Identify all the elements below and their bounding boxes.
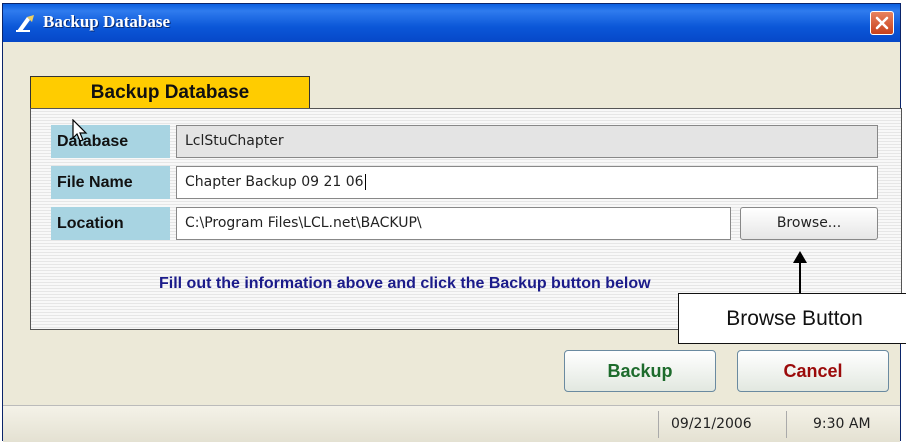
file-name-label: File Name (51, 166, 170, 199)
browse-button[interactable]: Browse... (740, 207, 878, 240)
window-title: Backup Database (43, 12, 171, 31)
cancel-button[interactable]: Cancel (737, 350, 889, 392)
backup-button[interactable]: Backup (564, 350, 716, 392)
mouse-pointer-icon (72, 119, 88, 142)
instruction-text: Fill out the information above and click… (159, 275, 651, 292)
title-bar[interactable]: Backup Database (3, 4, 900, 42)
location-input[interactable]: C:\Program Files\LCL.net\BACKUP\ (176, 207, 731, 240)
file-name-value: Chapter Backup 09 21 06 (185, 174, 364, 190)
text-caret (364, 174, 366, 190)
close-button[interactable] (870, 11, 894, 35)
backup-app-icon (16, 15, 34, 32)
database-label: Database (51, 125, 170, 158)
database-field: LclStuChapter (176, 125, 878, 158)
file-name-input[interactable]: Chapter Backup 09 21 06 (176, 166, 878, 199)
browse-button-callout: Browse Button (678, 293, 906, 344)
status-bar: 09/21/2006 9:30 AM (3, 405, 900, 442)
arrow-up-icon (793, 251, 807, 295)
tab-backup-database[interactable]: Backup Database (30, 76, 310, 109)
status-time: 9:30 AM (786, 411, 906, 438)
close-icon (875, 16, 889, 30)
status-date: 09/21/2006 (658, 411, 789, 438)
backup-database-window: Backup Database Backup Database Database… (2, 3, 906, 442)
location-label: Location (51, 207, 170, 240)
